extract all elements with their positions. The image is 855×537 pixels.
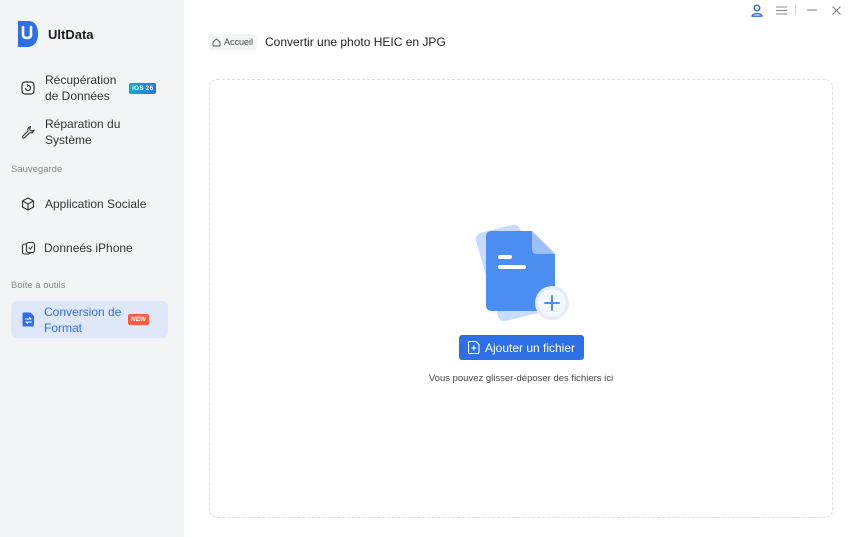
close-button[interactable]	[825, 3, 847, 17]
menu-icon	[775, 6, 787, 14]
app-name: UltData	[48, 26, 94, 42]
sidebar-item-format-conversion[interactable]: Conversion de Format NEW	[11, 301, 168, 338]
ultdata-logo-icon	[18, 21, 38, 47]
cube-icon	[20, 196, 36, 212]
add-file-icon	[467, 341, 480, 354]
sidebar-item-recovery[interactable]: Récupération de Données iOS 26	[11, 72, 168, 104]
add-file-button[interactable]: Ajouter un fichier	[459, 335, 584, 360]
breadcrumb-home-label: Accueil	[224, 37, 254, 47]
app-logo: UltData	[15, 20, 94, 48]
phone-data-icon	[20, 240, 36, 256]
sidebar-item-social-app[interactable]: Application Sociale	[11, 194, 168, 214]
sidebar-item-iphone-data[interactable]: Donneés iPhone	[11, 238, 168, 258]
breadcrumb: Accueil Convertir une photo HEIC en JPG	[208, 34, 446, 50]
section-label-tools: Boite à outils	[11, 280, 66, 291]
toolbar-divider	[795, 5, 796, 15]
home-icon	[212, 38, 221, 46]
window-controls	[744, 3, 847, 17]
wrench-icon	[20, 124, 36, 140]
sidebar-item-label: Conversion de Format	[44, 304, 122, 335]
minimize-icon	[807, 9, 817, 11]
minimize-button[interactable]	[801, 3, 823, 17]
sidebar-item-label: Réparation du Système	[45, 117, 121, 147]
drag-drop-hint: Vous pouvez glisser-déposer des fichiers…	[428, 373, 614, 384]
menu-button[interactable]	[770, 3, 792, 17]
file-upload-illustration	[475, 224, 569, 322]
sidebar-item-repair[interactable]: Réparation du Système	[11, 116, 168, 148]
page-title: Convertir une photo HEIC en JPG	[265, 35, 446, 49]
recovery-icon	[20, 80, 36, 96]
ios-version-badge: iOS 26	[129, 82, 157, 94]
close-icon	[831, 5, 841, 15]
sidebar-item-label: Donneés iPhone	[44, 241, 133, 255]
add-file-label: Ajouter un fichier	[484, 340, 576, 355]
sidebar-item-label: Récupération de Données	[45, 73, 117, 103]
file-dropzone[interactable]: Ajouter un fichier Vous pouvez glisser-d…	[209, 79, 833, 518]
breadcrumb-home[interactable]: Accueil	[208, 34, 258, 50]
account-button[interactable]	[746, 3, 768, 17]
convert-file-icon	[20, 312, 36, 328]
new-badge: NEW	[128, 314, 150, 325]
sidebar: UltData Récupération de Données iOS 26 R…	[0, 0, 184, 537]
user-icon	[751, 4, 763, 17]
sidebar-item-label: Application Sociale	[45, 197, 147, 211]
section-label-backup: Sauvegarde	[11, 164, 63, 175]
